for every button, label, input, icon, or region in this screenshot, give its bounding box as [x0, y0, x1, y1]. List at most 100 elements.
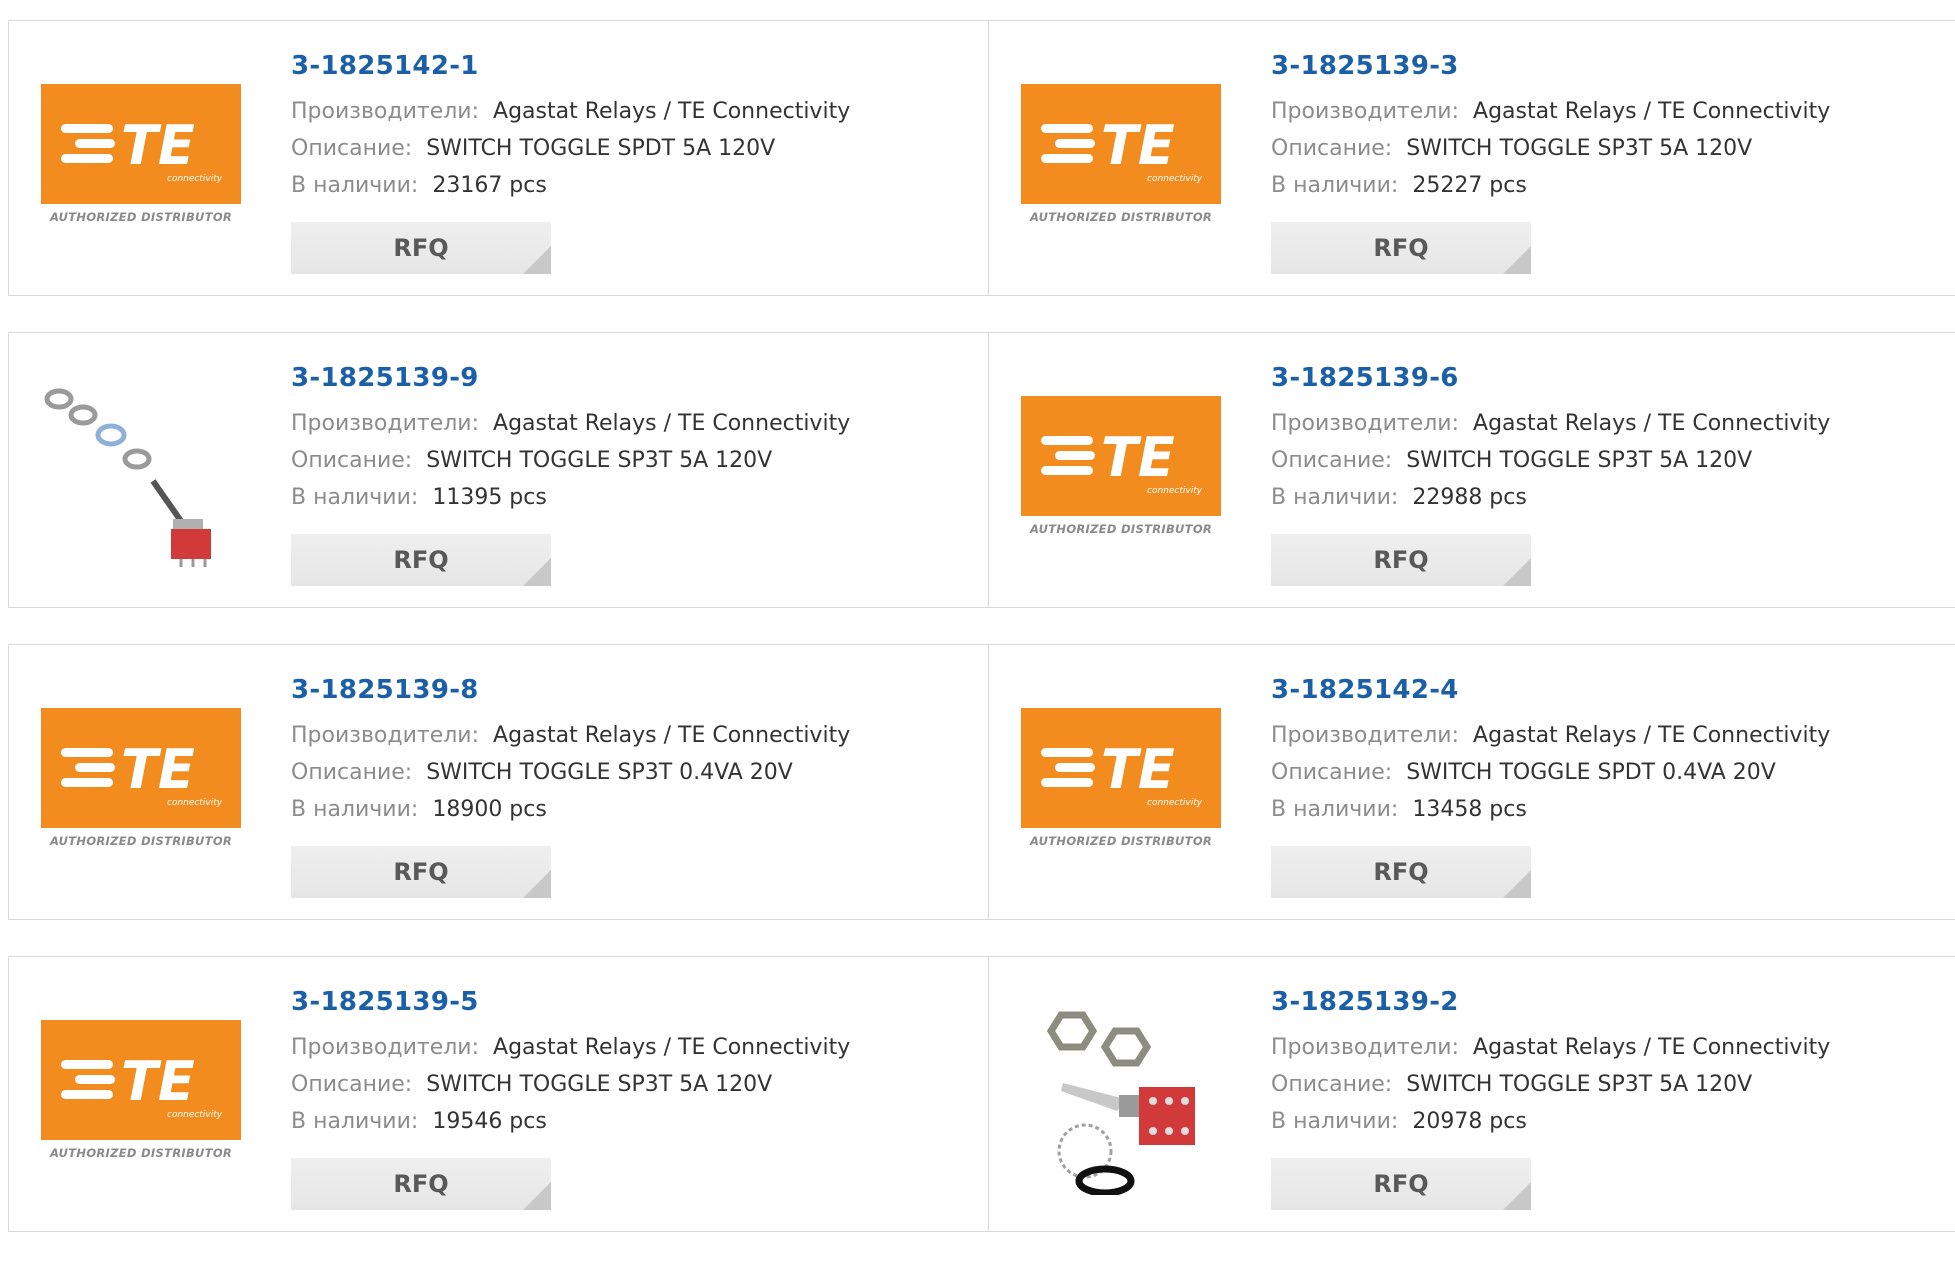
product-row: TE connectivity AUTHORIZED DISTRIBUTOR 3-…	[8, 20, 1955, 296]
te-logo-image[interactable]: TE connectivity AUTHORIZED DISTRIBUTOR	[1021, 59, 1221, 259]
manufacturer-value: Agastat Relays / TE Connectivity	[1473, 99, 1831, 124]
logo-caption: AUTHORIZED DISTRIBUTOR	[1029, 210, 1213, 224]
manufacturer-value: Agastat Relays / TE Connectivity	[493, 99, 851, 124]
te-logo-image[interactable]: TE connectivity AUTHORIZED DISTRIBUTOR	[41, 683, 241, 883]
stock-label: В наличии:	[291, 485, 419, 510]
description-value: SWITCH TOGGLE SPDT 0.4VA 20V	[1406, 760, 1776, 785]
product-row: 3-1825139-9 Производители: Agastat Relays…	[8, 332, 1955, 608]
manufacturer-label: Производители:	[1271, 411, 1460, 436]
rfq-button[interactable]: RFQ	[291, 1158, 551, 1210]
svg-text:TE: TE	[121, 114, 195, 177]
rfq-button[interactable]: RFQ	[291, 846, 551, 898]
description-value: SWITCH TOGGLE SP3T 5A 120V	[1406, 136, 1753, 161]
product-row: TE connectivity AUTHORIZED DISTRIBUTOR 3-…	[8, 644, 1955, 920]
stock-value: 11395 pcs	[432, 485, 547, 510]
description-label: Описание:	[1271, 448, 1393, 473]
logo-caption: AUTHORIZED DISTRIBUTOR	[1029, 522, 1213, 536]
manufacturer-value: Agastat Relays / TE Connectivity	[1473, 1035, 1831, 1060]
product-card: TE connectivity AUTHORIZED DISTRIBUTOR 3-…	[9, 957, 988, 1231]
svg-text:TE: TE	[1101, 738, 1175, 801]
description-value: SWITCH TOGGLE SP3T 5A 120V	[1406, 448, 1753, 473]
te-connectivity-logo: TE connectivity AUTHORIZED DISTRIBUTOR	[1021, 708, 1221, 858]
te-logo-image[interactable]: TE connectivity AUTHORIZED DISTRIBUTOR	[41, 995, 241, 1195]
description-label: Описание:	[1271, 1072, 1393, 1097]
manufacturer-label: Производители:	[291, 99, 480, 124]
stock-value: 23167 pcs	[432, 173, 547, 198]
manufacturer-label: Производители:	[1271, 723, 1460, 748]
manufacturer-label: Производители:	[291, 411, 480, 436]
part-number-link[interactable]: 3-1825139-8	[291, 675, 850, 705]
stock-label: В наличии:	[1271, 1109, 1399, 1134]
svg-text:TE: TE	[121, 738, 195, 801]
logo-caption: AUTHORIZED DISTRIBUTOR	[49, 834, 233, 848]
manufacturer-value: Agastat Relays / TE Connectivity	[1473, 411, 1831, 436]
product-card: TE connectivity AUTHORIZED DISTRIBUTOR 3-…	[9, 645, 988, 919]
svg-text:connectivity: connectivity	[167, 174, 223, 184]
svg-text:TE: TE	[121, 1050, 195, 1113]
manufacturer-value: Agastat Relays / TE Connectivity	[493, 723, 851, 748]
stock-value: 13458 pcs	[1412, 797, 1527, 822]
stock-value: 19546 pcs	[432, 1109, 547, 1134]
logo-caption: AUTHORIZED DISTRIBUTOR	[1029, 834, 1213, 848]
description-value: SWITCH TOGGLE SP3T 5A 120V	[1406, 1072, 1753, 1097]
product-row: TE connectivity AUTHORIZED DISTRIBUTOR 3-…	[8, 956, 1955, 1232]
description-label: Описание:	[291, 448, 413, 473]
stock-label: В наличии:	[291, 797, 419, 822]
stock-label: В наличии:	[1271, 485, 1399, 510]
logo-caption: AUTHORIZED DISTRIBUTOR	[49, 1146, 233, 1160]
description-label: Описание:	[1271, 136, 1393, 161]
stock-label: В наличии:	[1271, 173, 1399, 198]
stock-value: 18900 pcs	[432, 797, 547, 822]
te-logo-image[interactable]: TE connectivity AUTHORIZED DISTRIBUTOR	[1021, 683, 1221, 883]
svg-text:connectivity: connectivity	[167, 798, 223, 808]
rfq-button[interactable]: RFQ	[291, 222, 551, 274]
part-number-link[interactable]: 3-1825142-1	[291, 51, 850, 81]
product-card: 3-1825139-9 Производители: Agastat Relays…	[9, 333, 988, 607]
part-number-link[interactable]: 3-1825139-6	[1271, 363, 1830, 393]
description-label: Описание:	[291, 760, 413, 785]
stock-label: В наличии:	[1271, 797, 1399, 822]
te-logo-image[interactable]: TE connectivity AUTHORIZED DISTRIBUTOR	[41, 59, 241, 259]
rfq-button[interactable]: RFQ	[1271, 222, 1531, 274]
toggle-switch-photo	[44, 388, 211, 567]
toggle-switch-photo	[1046, 1011, 1195, 1195]
part-number-link[interactable]: 3-1825139-9	[291, 363, 850, 393]
stock-label: В наличии:	[291, 173, 419, 198]
manufacturer-label: Производители:	[291, 723, 480, 748]
svg-text:TE: TE	[1101, 114, 1175, 177]
toggle-switch-image[interactable]	[1021, 995, 1221, 1195]
description-label: Описание:	[1271, 760, 1393, 785]
rfq-button[interactable]: RFQ	[291, 534, 551, 586]
te-connectivity-logo: TE connectivity AUTHORIZED DISTRIBUTOR	[41, 708, 241, 858]
description-label: Описание:	[291, 1072, 413, 1097]
part-number-link[interactable]: 3-1825142-4	[1271, 675, 1830, 705]
description-value: SWITCH TOGGLE SPDT 5A 120V	[426, 136, 776, 161]
rfq-button[interactable]: RFQ	[1271, 1158, 1531, 1210]
logo-caption: AUTHORIZED DISTRIBUTOR	[49, 210, 233, 224]
svg-text:connectivity: connectivity	[1147, 174, 1203, 184]
rfq-button[interactable]: RFQ	[1271, 846, 1531, 898]
part-number-link[interactable]: 3-1825139-2	[1271, 987, 1830, 1017]
product-card: TE connectivity AUTHORIZED DISTRIBUTOR 3-…	[988, 21, 1955, 295]
te-connectivity-logo: TE connectivity AUTHORIZED DISTRIBUTOR	[41, 1020, 241, 1170]
rfq-button[interactable]: RFQ	[1271, 534, 1531, 586]
te-connectivity-logo: TE connectivity AUTHORIZED DISTRIBUTOR	[1021, 84, 1221, 234]
te-connectivity-logo: TE connectivity AUTHORIZED DISTRIBUTOR	[1021, 396, 1221, 546]
svg-text:connectivity: connectivity	[167, 1110, 223, 1120]
product-card: TE connectivity AUTHORIZED DISTRIBUTOR 3-…	[9, 21, 988, 295]
description-value: SWITCH TOGGLE SP3T 5A 120V	[426, 1072, 773, 1097]
te-logo-image[interactable]: TE connectivity AUTHORIZED DISTRIBUTOR	[1021, 371, 1221, 571]
part-number-link[interactable]: 3-1825139-3	[1271, 51, 1830, 81]
description-value: SWITCH TOGGLE SP3T 0.4VA 20V	[426, 760, 793, 785]
svg-text:connectivity: connectivity	[1147, 486, 1203, 496]
product-card: TE connectivity AUTHORIZED DISTRIBUTOR 3-…	[988, 333, 1955, 607]
product-card: TE connectivity AUTHORIZED DISTRIBUTOR 3-…	[988, 645, 1955, 919]
stock-value: 22988 pcs	[1412, 485, 1527, 510]
stock-label: В наличии:	[291, 1109, 419, 1134]
svg-text:TE: TE	[1101, 426, 1175, 489]
product-grid: TE connectivity AUTHORIZED DISTRIBUTOR 3-…	[8, 20, 1955, 1268]
manufacturer-value: Agastat Relays / TE Connectivity	[493, 1035, 851, 1060]
part-number-link[interactable]: 3-1825139-5	[291, 987, 850, 1017]
manufacturer-label: Производители:	[1271, 99, 1460, 124]
toggle-switch-image[interactable]	[41, 371, 241, 571]
